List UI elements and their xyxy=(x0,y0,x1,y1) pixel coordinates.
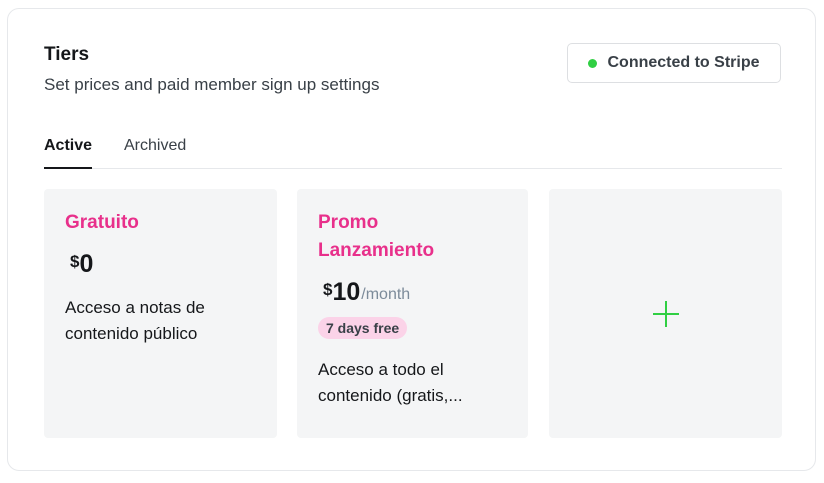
tier-price: $ 0 xyxy=(65,249,256,279)
tier-description: Acceso a todo el contenido (gratis,... xyxy=(318,360,463,405)
tier-name-line1: Promo xyxy=(318,212,379,233)
tier-card-gratuito[interactable]: Gratuito $ 0 Acceso a notas de contenido… xyxy=(44,189,277,438)
tier-name-line2: Lanzamiento xyxy=(318,240,435,261)
tab-active[interactable]: Active xyxy=(44,135,93,169)
tier-amount: 10 xyxy=(332,278,361,306)
tier-description: Acceso a notas de contenido público xyxy=(65,298,205,343)
stripe-connection-button[interactable]: Connected to Stripe xyxy=(567,43,781,83)
add-tier-card[interactable] xyxy=(549,189,782,438)
tier-period: /month xyxy=(361,286,411,303)
tier-card-promo-lanzamiento[interactable]: Promo Lanzamiento $ 10 /month 7 days fre… xyxy=(297,189,528,438)
page-subtitle: Set prices and paid member sign up setti… xyxy=(44,75,380,94)
tier-currency: $ xyxy=(70,252,80,271)
tab-archived[interactable]: Archived xyxy=(124,135,186,167)
stripe-status-label: Connected to Stripe xyxy=(607,54,760,71)
tier-name: Promo Lanzamiento xyxy=(318,209,507,265)
plus-icon xyxy=(652,300,679,327)
page-title: Tiers xyxy=(44,44,90,65)
tier-tabs: Active Archived xyxy=(44,135,782,169)
tiers-panel: Tiers Set prices and paid member sign up… xyxy=(7,8,816,471)
tier-name: Gratuito xyxy=(65,212,139,233)
tier-currency: $ xyxy=(323,280,333,299)
tier-amount: 0 xyxy=(79,250,94,278)
tier-price: $ 10 /month xyxy=(318,277,507,307)
status-dot-icon xyxy=(588,58,598,68)
trial-badge: 7 days free xyxy=(318,317,408,339)
